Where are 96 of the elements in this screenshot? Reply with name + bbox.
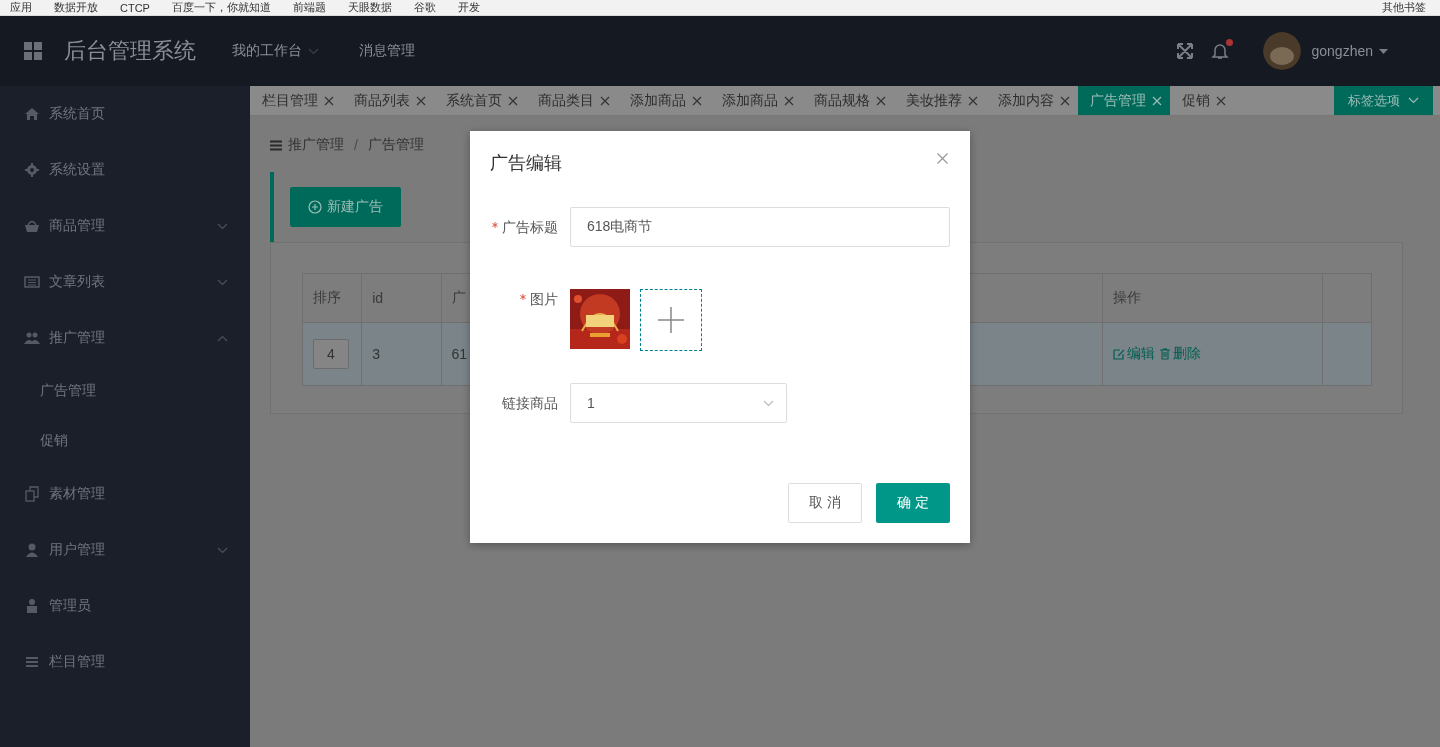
sidebar-subitem[interactable]: 促销 — [40, 432, 68, 450]
close-icon[interactable] — [692, 95, 702, 106]
field-label: 图片 — [520, 291, 558, 307]
required-icon — [520, 294, 526, 300]
sidebar-item[interactable]: 素材管理 — [0, 466, 250, 522]
copy-icon — [24, 486, 40, 502]
app-title: 后台管理系统 — [64, 37, 196, 65]
cancel-button[interactable]: 取 消 — [788, 483, 862, 523]
house-icon — [24, 106, 40, 122]
gear-icon — [24, 162, 40, 178]
chevron-icon — [1408, 97, 1419, 104]
page-tab[interactable]: 促销 — [1170, 86, 1234, 115]
breadcrumb-link[interactable]: 推广管理 — [288, 136, 344, 154]
bookmark-link[interactable]: 百度一下，你就知道 — [171, 0, 271, 15]
page-tab[interactable]: 添加商品 — [618, 86, 710, 115]
basket-icon — [24, 218, 40, 234]
action-link[interactable]: 删除 — [1158, 345, 1201, 363]
user-lock-icon — [24, 598, 40, 614]
required-icon — [492, 222, 498, 228]
bookmark-link[interactable]: 开发 — [457, 0, 480, 15]
edit-icon — [1112, 348, 1125, 360]
chevron-icon — [217, 222, 228, 230]
plus-circle-icon — [308, 200, 322, 214]
product-select[interactable]: 1 — [570, 383, 787, 423]
chevron-icon — [763, 399, 774, 407]
user-icon — [24, 542, 40, 558]
upload-button[interactable] — [640, 289, 702, 351]
page-tab[interactable]: 添加商品 — [710, 86, 802, 115]
trash-icon — [1158, 348, 1171, 360]
sidebar-item[interactable]: 系统设置 — [0, 142, 250, 198]
sidebar-item[interactable]: 系统首页 — [0, 86, 250, 142]
field-label: 链接商品 — [502, 395, 558, 411]
close-icon[interactable] — [600, 95, 610, 106]
nav-menu-item[interactable]: 我的工作台 — [232, 42, 319, 60]
action-link[interactable]: 编辑 — [1112, 345, 1155, 363]
bookmark-link[interactable]: 数据开放 — [54, 0, 98, 15]
column-header: 操作 — [1102, 273, 1323, 323]
column-header: 排序 — [302, 273, 362, 323]
bookmark-link[interactable]: 应用 — [10, 0, 32, 15]
confirm-button[interactable]: 确 定 — [876, 483, 950, 523]
close-icon[interactable] — [508, 95, 518, 106]
sidebar-item[interactable]: 管理员 — [0, 578, 250, 634]
bookmark-link[interactable]: 天眼数据 — [347, 0, 392, 15]
tab-options-button[interactable]: 标签选项 — [1334, 86, 1433, 115]
column-header: id — [361, 273, 441, 323]
breadcrumb-separator: / — [354, 137, 358, 153]
page-tab[interactable]: 广告管理 — [1078, 86, 1170, 115]
page-tab[interactable]: 商品规格 — [802, 86, 894, 115]
bookmark-link[interactable]: 前端题 — [292, 0, 326, 15]
sidebar-item[interactable]: 用户管理 — [0, 522, 250, 578]
close-icon[interactable] — [784, 95, 794, 106]
sidebar-subitem[interactable]: 广告管理 — [40, 382, 96, 400]
close-icon[interactable] — [1152, 95, 1162, 106]
order-input[interactable]: 4 — [313, 339, 349, 369]
page-tab[interactable]: 美妆推荐 — [894, 86, 986, 115]
field-label: 广告标题 — [492, 219, 558, 235]
page-tab[interactable]: 商品列表 — [342, 86, 434, 115]
sidebar-item[interactable]: 文章列表 — [0, 254, 250, 310]
page-tab[interactable]: 商品类目 — [526, 86, 618, 115]
fullscreen-icon[interactable] — [1177, 43, 1194, 59]
new-ad-button[interactable]: 新建广告 — [290, 187, 401, 227]
page-tab[interactable]: 系统首页 — [434, 86, 526, 115]
page-tab[interactable]: 栏目管理 — [250, 86, 342, 115]
sidebar-item[interactable]: 栏目管理 — [0, 634, 250, 690]
sidebar-item[interactable]: 商品管理 — [0, 198, 250, 254]
users-icon — [24, 330, 40, 346]
caret-icon — [1379, 48, 1388, 54]
user-menu[interactable]: gongzhen — [1311, 43, 1388, 59]
bookmark-link[interactable]: 其他书签 — [1382, 0, 1426, 15]
close-icon[interactable] — [937, 153, 948, 164]
chevron-icon — [308, 47, 319, 55]
grid-icon[interactable] — [24, 42, 42, 60]
sidebar-item[interactable]: 推广管理 — [0, 310, 250, 366]
nav-menu-item[interactable]: 消息管理 — [359, 42, 415, 60]
bell-icon[interactable] — [1211, 42, 1230, 60]
close-icon[interactable] — [968, 95, 978, 106]
breadcrumb-link[interactable]: 广告管理 — [367, 136, 424, 154]
table-cell: 3 — [361, 322, 441, 386]
close-icon[interactable] — [876, 95, 886, 106]
bookmark-link[interactable]: 谷歌 — [413, 0, 436, 15]
plus-icon — [658, 307, 684, 333]
close-icon[interactable] — [1216, 95, 1226, 106]
page-tab[interactable]: 添加内容 — [986, 86, 1078, 115]
close-icon[interactable] — [324, 95, 334, 106]
chevron-icon — [217, 334, 228, 342]
list-icon — [24, 654, 40, 670]
chevron-icon — [217, 278, 228, 286]
chevron-icon — [217, 546, 228, 554]
close-icon[interactable] — [416, 95, 426, 106]
close-icon[interactable] — [1060, 95, 1070, 106]
title-input[interactable]: 618电商节 — [570, 207, 950, 247]
newspaper-icon — [24, 274, 40, 290]
bookmark-link[interactable]: CTCP — [120, 1, 150, 14]
avatar[interactable] — [1263, 32, 1302, 70]
dialog-title: 广告编辑 — [490, 152, 562, 175]
menu-icon — [270, 139, 282, 151]
